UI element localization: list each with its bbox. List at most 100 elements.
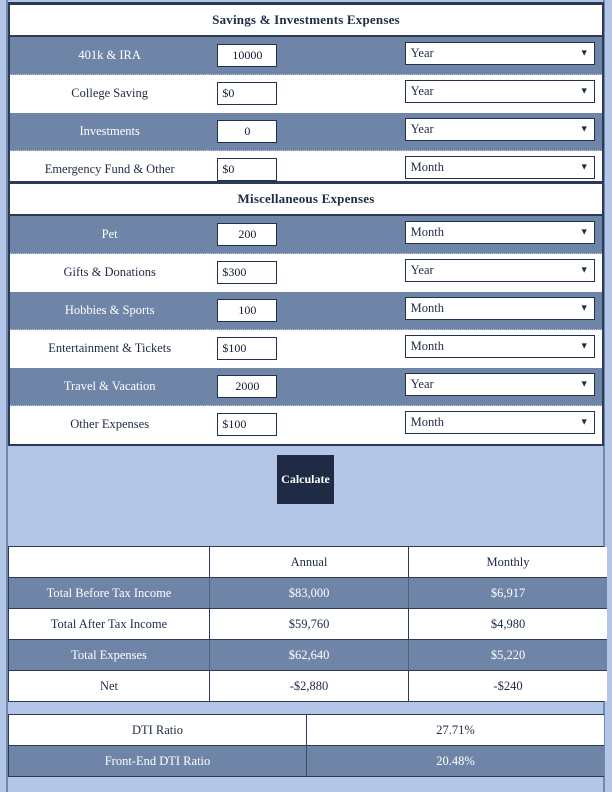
period-select-gifts-donations[interactable]: Year ▼ bbox=[404, 258, 595, 282]
table-row: 401k & IRA Year ▼ bbox=[10, 36, 602, 75]
chevron-down-icon: ▼ bbox=[579, 47, 589, 58]
amount-input-investments[interactable] bbox=[217, 120, 278, 143]
table-row: Investments Year ▼ bbox=[10, 112, 602, 151]
amount-input-other-expenses[interactable] bbox=[217, 413, 278, 436]
amount-input-travel-vacation[interactable] bbox=[217, 375, 278, 398]
amount-input-pet[interactable] bbox=[217, 223, 278, 246]
period-select-value: Year bbox=[410, 376, 434, 391]
period-cell: Month ▼ bbox=[404, 291, 602, 330]
period-select-entertainment-tickets[interactable]: Month ▼ bbox=[404, 334, 595, 358]
table-row: Entertainment & Tickets Month ▼ bbox=[10, 329, 602, 368]
results-body: Annual Monthly Total Before Tax Income $… bbox=[9, 547, 607, 701]
table-row: Total Before Tax Income $83,000 $6,917 bbox=[9, 577, 607, 609]
period-select-travel-vacation[interactable]: Year ▼ bbox=[404, 372, 595, 396]
amount-input-gifts-donations[interactable] bbox=[217, 261, 278, 284]
dti-value-dti-ratio: 27.71% bbox=[306, 715, 604, 746]
table-row: College Saving Year ▼ bbox=[10, 74, 602, 113]
table-row: Front-End DTI Ratio 20.48% bbox=[9, 745, 604, 776]
row-label-other-expenses: Other Expenses bbox=[10, 405, 208, 444]
dti-value-front-end-dti-ratio: 20.48% bbox=[306, 745, 604, 776]
period-select-pet[interactable]: Month ▼ bbox=[404, 220, 595, 244]
period-cell: Year ▼ bbox=[404, 112, 602, 151]
row-label-college-saving: College Saving bbox=[10, 74, 208, 113]
chevron-down-icon: ▼ bbox=[579, 302, 589, 313]
period-cell: Month ▼ bbox=[404, 329, 602, 368]
results-annual-total-after-tax-income: $59,760 bbox=[209, 608, 409, 640]
dti-table: DTI Ratio 27.71% Front-End DTI Ratio 20.… bbox=[9, 715, 604, 776]
period-select-value: Month bbox=[410, 338, 444, 353]
savings-investments-section: Savings & Investments Expenses 401k & IR… bbox=[8, 2, 604, 191]
table-row: Net -$2,880 -$240 bbox=[9, 670, 607, 701]
period-select-value: Year bbox=[410, 45, 434, 60]
amount-cell bbox=[207, 405, 405, 444]
period-select-value: Month bbox=[410, 159, 444, 174]
period-select-value: Year bbox=[410, 83, 434, 98]
amount-input-college-saving[interactable] bbox=[217, 82, 278, 105]
calculate-area: Calculate bbox=[8, 450, 604, 520]
results-label-total-after-tax-income: Total After Tax Income bbox=[9, 608, 210, 640]
period-select-value: Year bbox=[410, 262, 434, 277]
period-select-401k-ira[interactable]: Year ▼ bbox=[404, 41, 595, 65]
section-header-row: Savings & Investments Expenses bbox=[10, 5, 602, 37]
table-row: Hobbies & Sports Month ▼ bbox=[10, 291, 602, 330]
results-header-blank bbox=[9, 547, 210, 578]
miscellaneous-body: Miscellaneous Expenses Pet Month ▼ bbox=[10, 184, 602, 444]
amount-input-401k-ira[interactable] bbox=[217, 44, 278, 67]
results-annual-total-before-tax-income: $83,000 bbox=[209, 577, 409, 609]
miscellaneous-section: Miscellaneous Expenses Pet Month ▼ bbox=[8, 181, 604, 446]
results-header-annual: Annual bbox=[209, 547, 409, 578]
period-select-emergency-fund-other[interactable]: Month ▼ bbox=[404, 155, 595, 179]
row-label-gifts-donations: Gifts & Donations bbox=[10, 253, 208, 292]
period-select-other-expenses[interactable]: Month ▼ bbox=[404, 410, 595, 434]
amount-input-hobbies-sports[interactable] bbox=[217, 299, 278, 322]
dti-label-front-end-dti-ratio: Front-End DTI Ratio bbox=[9, 745, 307, 776]
row-label-pet: Pet bbox=[10, 215, 208, 254]
dti-body: DTI Ratio 27.71% Front-End DTI Ratio 20.… bbox=[9, 715, 604, 776]
amount-input-entertainment-tickets[interactable] bbox=[217, 337, 278, 360]
section-header-row: Miscellaneous Expenses bbox=[10, 184, 602, 216]
section-title-savings: Savings & Investments Expenses bbox=[10, 5, 602, 37]
table-row: Total Expenses $62,640 $5,220 bbox=[9, 639, 607, 671]
amount-cell bbox=[207, 291, 405, 330]
dti-ratio-section: DTI Ratio 27.71% Front-End DTI Ratio 20.… bbox=[8, 714, 604, 777]
amount-cell bbox=[207, 253, 405, 292]
row-label-entertainment-tickets: Entertainment & Tickets bbox=[10, 329, 208, 368]
results-table: Annual Monthly Total Before Tax Income $… bbox=[9, 547, 607, 701]
amount-cell bbox=[207, 74, 405, 113]
results-summary-section: Annual Monthly Total Before Tax Income $… bbox=[8, 546, 607, 702]
amount-cell bbox=[207, 112, 405, 151]
calculate-button[interactable]: Calculate bbox=[277, 455, 334, 504]
results-label-net: Net bbox=[9, 670, 210, 701]
period-cell: Month ▼ bbox=[404, 215, 602, 254]
chevron-down-icon: ▼ bbox=[579, 85, 589, 96]
period-cell: Year ▼ bbox=[404, 367, 602, 406]
table-row: DTI Ratio 27.71% bbox=[9, 715, 604, 746]
results-monthly-total-before-tax-income: $6,917 bbox=[408, 577, 607, 609]
chevron-down-icon: ▼ bbox=[579, 161, 589, 172]
amount-input-emergency-fund-other[interactable] bbox=[217, 158, 278, 181]
results-annual-net: -$2,880 bbox=[209, 670, 409, 701]
results-label-total-expenses: Total Expenses bbox=[9, 639, 210, 671]
period-select-investments[interactable]: Year ▼ bbox=[404, 117, 595, 141]
table-row: Total After Tax Income $59,760 $4,980 bbox=[9, 608, 607, 640]
table-row: Travel & Vacation Year ▼ bbox=[10, 367, 602, 406]
miscellaneous-table: Miscellaneous Expenses Pet Month ▼ bbox=[10, 184, 602, 444]
table-row: Other Expenses Month ▼ bbox=[10, 405, 602, 444]
chevron-down-icon: ▼ bbox=[579, 226, 589, 237]
results-monthly-total-after-tax-income: $4,980 bbox=[408, 608, 607, 640]
period-select-hobbies-sports[interactable]: Month ▼ bbox=[404, 296, 595, 320]
row-label-investments: Investments bbox=[10, 112, 208, 151]
period-select-value: Month bbox=[410, 224, 444, 239]
row-label-travel-vacation: Travel & Vacation bbox=[10, 367, 208, 406]
period-cell: Year ▼ bbox=[404, 36, 602, 75]
chevron-down-icon: ▼ bbox=[579, 378, 589, 389]
period-select-college-saving[interactable]: Year ▼ bbox=[404, 79, 595, 103]
results-monthly-net: -$240 bbox=[408, 670, 607, 701]
section-title-miscellaneous: Miscellaneous Expenses bbox=[10, 184, 602, 216]
row-label-hobbies-sports: Hobbies & Sports bbox=[10, 291, 208, 330]
table-row: Gifts & Donations Year ▼ bbox=[10, 253, 602, 292]
results-annual-total-expenses: $62,640 bbox=[209, 639, 409, 671]
results-monthly-total-expenses: $5,220 bbox=[408, 639, 607, 671]
results-header-row: Annual Monthly bbox=[9, 547, 607, 578]
chevron-down-icon: ▼ bbox=[579, 123, 589, 134]
